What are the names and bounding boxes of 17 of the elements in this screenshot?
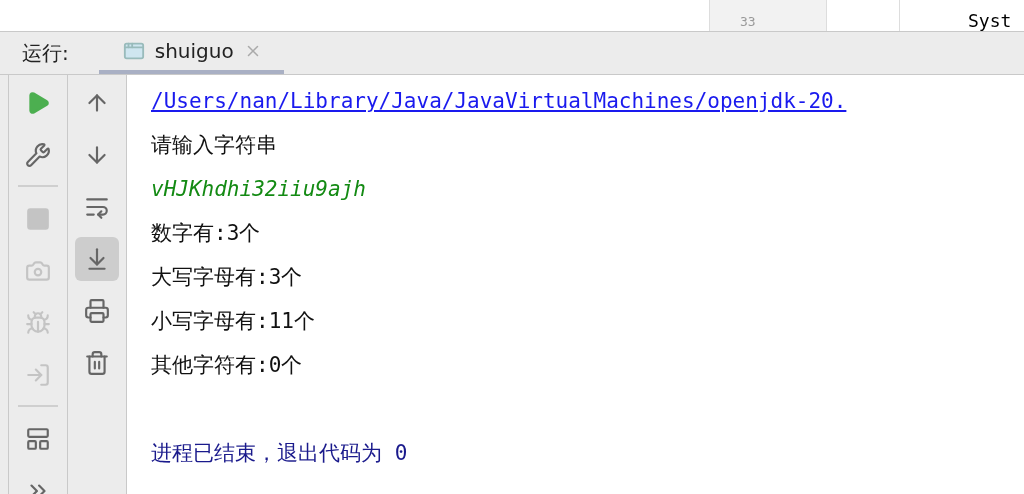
code-text: Syst — [968, 10, 1012, 31]
scroll-to-end-button[interactable] — [75, 237, 119, 281]
console-output: 小写字母有:11个 — [151, 308, 315, 335]
printer-icon — [84, 298, 110, 324]
wrench-icon[interactable] — [25, 142, 51, 168]
run-label: 运行: — [22, 39, 69, 67]
console-output: 请输入字符串 — [151, 132, 277, 159]
console-output: 大写字母有:3个 — [151, 264, 303, 291]
window-icon — [122, 40, 145, 62]
command-path-link[interactable]: /Users/nan/Library/Java/JavaVirtualMachines/openjdk-20. — [151, 89, 847, 113]
exit-message: 进程已结束，退出代码为 0 — [151, 440, 408, 467]
console-output: 数字有:3个 — [151, 220, 261, 247]
trash-icon — [84, 350, 110, 376]
layout-icon[interactable] — [25, 426, 51, 452]
console-output: 其他字符有:0个 — [151, 352, 303, 379]
typed-text: vHJKhdhi32iiu9ajh — [151, 177, 366, 201]
line-number: 33 — [740, 14, 756, 29]
